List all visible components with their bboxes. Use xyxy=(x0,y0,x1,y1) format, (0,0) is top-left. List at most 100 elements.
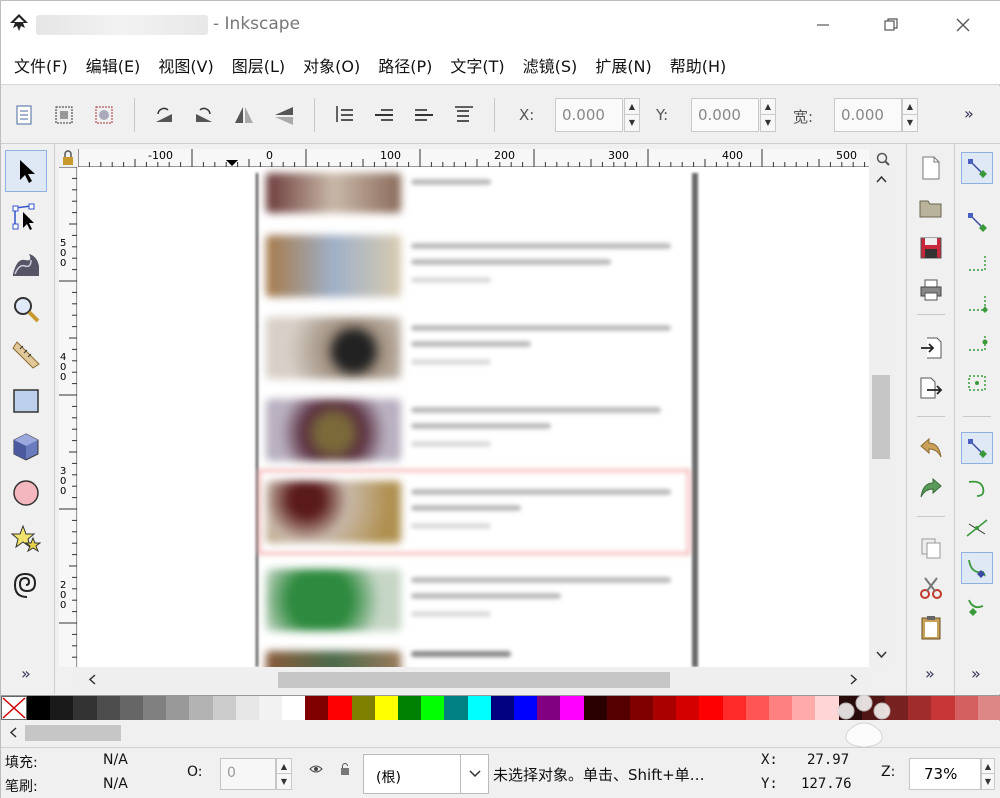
x-spinner[interactable]: ▲ ▼ xyxy=(624,98,640,132)
drawing-canvas[interactable] xyxy=(78,167,869,667)
color-swatch[interactable] xyxy=(398,696,422,720)
undo-button[interactable] xyxy=(915,432,947,464)
select-all-button[interactable] xyxy=(9,100,39,130)
color-swatch[interactable] xyxy=(653,696,677,720)
color-swatch[interactable] xyxy=(27,696,51,720)
rotate-cw-button[interactable] xyxy=(189,100,219,130)
ellipse-tool[interactable] xyxy=(5,472,47,514)
scroll-up-icon[interactable] xyxy=(876,173,887,186)
commands-more-button[interactable]: » xyxy=(925,664,935,683)
color-swatch[interactable] xyxy=(166,696,190,720)
snap-toggle-button[interactable] xyxy=(961,152,993,184)
layer-lock-icon[interactable] xyxy=(339,762,351,780)
paste-button[interactable] xyxy=(915,612,947,644)
snap-intersections-button[interactable] xyxy=(961,512,993,544)
chevron-down-icon[interactable] xyxy=(460,755,488,793)
close-button[interactable] xyxy=(941,9,985,41)
menu-extensions[interactable]: 扩展(N) xyxy=(586,49,660,85)
color-swatch[interactable] xyxy=(490,696,514,720)
color-swatch[interactable] xyxy=(96,696,120,720)
color-swatch[interactable] xyxy=(745,696,769,720)
3d-box-tool[interactable] xyxy=(5,426,47,468)
stroke-indicator[interactable]: N/A xyxy=(103,776,128,792)
snap-nodes-button[interactable] xyxy=(961,432,993,464)
color-swatch[interactable] xyxy=(258,696,283,720)
color-swatch[interactable] xyxy=(50,696,74,720)
color-swatch[interactable] xyxy=(699,696,723,720)
width-spinner[interactable]: ▲ ▼ xyxy=(902,98,918,132)
layer-dropdown[interactable]: (根) xyxy=(363,754,489,794)
export-button[interactable] xyxy=(915,372,947,404)
rectangle-tool[interactable] xyxy=(5,380,47,422)
menu-file[interactable]: 文件(F) xyxy=(5,49,77,85)
horizontal-scrollbar[interactable] xyxy=(78,667,869,693)
color-swatch[interactable] xyxy=(421,696,445,720)
scroll-left-icon[interactable] xyxy=(88,674,96,688)
toolbox-more-button[interactable]: » xyxy=(21,664,31,683)
copy-button[interactable] xyxy=(915,532,947,564)
no-paint-swatch[interactable] xyxy=(1,696,27,720)
raise-to-top-button[interactable] xyxy=(449,100,479,130)
color-swatch[interactable] xyxy=(189,696,213,720)
menu-edit[interactable]: 编辑(E) xyxy=(77,49,150,85)
menu-layer[interactable]: 图层(L) xyxy=(223,49,294,85)
y-spinner[interactable]: ▲ ▼ xyxy=(760,98,776,132)
color-swatch[interactable] xyxy=(513,696,538,720)
scroll-down-icon[interactable] xyxy=(876,649,887,662)
toolbar-more-button[interactable]: » xyxy=(964,104,974,123)
opacity-input[interactable]: 0 xyxy=(220,758,276,790)
cut-button[interactable] xyxy=(915,572,947,604)
zoom-spinner[interactable]: ▲ ▼ xyxy=(981,758,995,790)
lower-to-bottom-button[interactable] xyxy=(329,100,359,130)
raise-button[interactable] xyxy=(409,100,439,130)
snap-paths-button[interactable] xyxy=(961,472,993,504)
menu-object[interactable]: 对象(O) xyxy=(294,49,369,85)
lower-button[interactable] xyxy=(369,100,399,130)
color-swatch[interactable] xyxy=(977,696,1000,720)
deselect-button[interactable] xyxy=(89,100,119,130)
import-button[interactable] xyxy=(915,332,947,364)
selector-tool[interactable] xyxy=(5,150,47,192)
star-tool[interactable] xyxy=(5,518,47,560)
color-swatch[interactable] xyxy=(351,696,375,720)
vertical-scrollbar[interactable] xyxy=(869,167,893,667)
menu-help[interactable]: 帮助(H) xyxy=(661,49,736,85)
color-swatch[interactable] xyxy=(235,696,259,720)
y-input[interactable]: 0.000 xyxy=(691,98,759,132)
color-swatch[interactable] xyxy=(305,696,329,720)
redo-button[interactable] xyxy=(915,472,947,504)
color-swatch[interactable] xyxy=(73,696,97,720)
spiral-tool[interactable] xyxy=(5,564,47,606)
snap-cusp-nodes-button[interactable] xyxy=(961,552,993,584)
print-button[interactable] xyxy=(915,274,947,306)
open-button[interactable] xyxy=(915,192,947,224)
node-tool[interactable] xyxy=(5,196,47,238)
color-swatch[interactable] xyxy=(629,696,654,720)
color-swatch[interactable] xyxy=(282,696,306,720)
color-swatch[interactable] xyxy=(676,696,700,720)
snap-bbox-center-button[interactable] xyxy=(961,366,993,398)
select-all-layers-button[interactable] xyxy=(49,100,79,130)
color-swatch[interactable] xyxy=(560,696,584,720)
tweak-tool[interactable] xyxy=(5,242,47,284)
color-swatch[interactable] xyxy=(142,696,167,720)
menu-filters[interactable]: 滤镜(S) xyxy=(514,49,587,85)
rotate-ccw-button[interactable] xyxy=(149,100,179,130)
snap-bbox-button[interactable] xyxy=(961,206,993,238)
color-swatch[interactable] xyxy=(583,696,607,720)
imported-image[interactable] xyxy=(256,173,698,667)
opacity-spinner[interactable]: ▲ ▼ xyxy=(276,758,292,790)
lock-guides-icon[interactable] xyxy=(59,149,77,167)
measure-tool[interactable] xyxy=(5,334,47,376)
color-swatch[interactable] xyxy=(722,696,746,720)
restore-button[interactable] xyxy=(869,9,913,41)
width-input[interactable]: 0.000 xyxy=(834,98,902,132)
menu-view[interactable]: 视图(V) xyxy=(149,49,222,85)
flip-horizontal-button[interactable] xyxy=(229,100,259,130)
menu-path[interactable]: 路径(P) xyxy=(369,49,441,85)
palette-scroll-thumb[interactable] xyxy=(25,725,121,741)
vertical-scroll-thumb[interactable] xyxy=(872,375,890,459)
zoom-tool[interactable] xyxy=(5,288,47,330)
color-swatch[interactable] xyxy=(212,696,236,720)
new-document-button[interactable] xyxy=(915,152,947,184)
